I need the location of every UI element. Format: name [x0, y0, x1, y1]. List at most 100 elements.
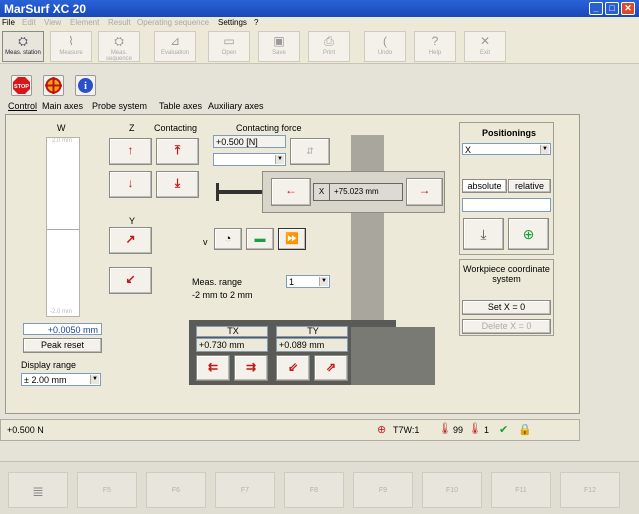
fkey-f7[interactable]: F7 [215, 472, 275, 508]
status-count: 1 [484, 425, 490, 435]
menu-file[interactable]: File [2, 17, 15, 28]
meas-sequence-button[interactable]: ⛭ Meas. sequence [98, 31, 140, 62]
positioning-axis-select[interactable]: X ▼ [462, 143, 551, 155]
print-button[interactable]: ⎙ Print [308, 31, 350, 62]
fkey-f11[interactable]: F11 [491, 472, 551, 508]
position-input[interactable] [462, 198, 551, 212]
home-icon: ⊕ [522, 226, 535, 242]
tab-probe-system[interactable]: Probe system [92, 101, 147, 111]
menu-view[interactable]: View [44, 17, 61, 28]
fkey-f6[interactable]: F6 [146, 472, 206, 508]
fkey-f12[interactable]: F12 [560, 472, 620, 508]
z-down-button[interactable]: ↓ [109, 171, 152, 198]
x-axis-label: X [314, 184, 330, 200]
contact-down-button[interactable]: ⤓ [156, 171, 199, 198]
arrow-up-right-icon: ↗ [125, 232, 136, 246]
undo-button[interactable]: (Undo [364, 31, 406, 62]
force-apply-button[interactable]: ⇵ [290, 138, 330, 165]
fast-speed-icon: ⏩ [285, 233, 299, 245]
tilt-forward-icon: ⇗ [325, 360, 337, 374]
undo-icon: ( [383, 34, 387, 48]
arrow-right-icon: → [418, 183, 431, 197]
menu-help[interactable]: ? [254, 17, 258, 28]
z-up-button[interactable]: ↑ [109, 138, 152, 165]
move-to-position-button[interactable]: ⤓ [463, 218, 504, 250]
medium-speed-icon: ▬ [254, 233, 266, 245]
menu-settings[interactable]: Settings [218, 17, 247, 28]
absolute-button[interactable]: absolute [462, 179, 507, 193]
help-button[interactable]: ? Help [414, 31, 456, 62]
tx-label: TX [196, 326, 268, 337]
meas-range-label: Meas. range [192, 277, 243, 287]
peak-reset-button[interactable]: Peak reset [23, 338, 102, 353]
display-range-select[interactable]: ± 2.00 mm ▼ [21, 373, 101, 386]
workpiece-group: Workpiece coordinate system Set X = 0 De… [459, 259, 554, 336]
tab-control[interactable]: Control [8, 101, 37, 111]
minimize-button[interactable]: _ [589, 2, 603, 15]
set-x-zero-button[interactable]: Set X = 0 [462, 300, 551, 315]
status-bar: +0.500 N ⊕ T7W:1 🌡 99 🌡 1 ✔ 🔒 [0, 419, 580, 441]
arrow-down-icon: ↓ [127, 176, 134, 190]
exit-button[interactable]: ✕ Exit [464, 31, 506, 62]
move-down-icon: ⤓ [480, 226, 487, 242]
arrow-up-icon: ↑ [127, 143, 134, 157]
fkey-f8[interactable]: F8 [284, 472, 344, 508]
menu-operating-sequence[interactable]: Operating sequence [137, 17, 209, 28]
ty-back-button[interactable]: ⇙ [276, 355, 310, 381]
x-right-button[interactable]: → [406, 178, 443, 206]
measure-button[interactable]: ⌇ Measure [50, 31, 92, 62]
tilt-left-icon: ⇇ [207, 360, 219, 374]
tab-auxiliary-axes[interactable]: Auxiliary axes [208, 101, 264, 111]
relative-button[interactable]: relative [508, 179, 551, 193]
y-label: Y [129, 216, 136, 226]
evaluation-button[interactable]: ⊿ Evaluation [154, 31, 196, 62]
x-left-button[interactable]: ← [271, 178, 311, 206]
probe-target-button[interactable] [43, 75, 64, 96]
stop-button[interactable]: STOP [11, 75, 32, 96]
save-button[interactable]: ▣ Save [258, 31, 300, 62]
tab-table-axes[interactable]: Table axes [159, 101, 202, 111]
tx-right-button[interactable]: ⇉ [234, 355, 268, 381]
contact-up-button[interactable]: ⤒ [156, 138, 199, 165]
maximize-button[interactable]: □ [605, 2, 619, 15]
menu-element[interactable]: Element [70, 17, 99, 28]
app-title: MarSurf XC 20 [4, 2, 87, 16]
force-select[interactable]: ▼ [213, 153, 286, 166]
fkey-menu[interactable]: ≣ [8, 472, 68, 508]
meas-range-select[interactable]: 1 ▼ [286, 275, 330, 288]
meas-station-button[interactable]: ⛭ Meas. station [2, 31, 44, 62]
tx-left-button[interactable]: ⇇ [196, 355, 230, 381]
fkey-f9[interactable]: F9 [353, 472, 413, 508]
w-scale-bottom: -2.0 mm [50, 309, 73, 315]
contact-down-icon: ⤓ [174, 176, 181, 190]
delete-x-zero-button[interactable]: Delete X = 0 [462, 319, 551, 334]
info-button[interactable]: i [75, 75, 96, 96]
contact-up-icon: ⤒ [174, 143, 181, 157]
display-range-label: Display range [21, 360, 77, 370]
ty-forward-button[interactable]: ⇗ [314, 355, 348, 381]
tab-main-axes[interactable]: Main axes [42, 101, 83, 111]
y-forward-button[interactable]: ↗ [109, 227, 152, 254]
save-icon: ▣ [273, 34, 285, 48]
close-button[interactable]: ✕ [621, 2, 635, 15]
w-label: W [57, 123, 66, 133]
y-back-button[interactable]: ↙ [109, 267, 152, 294]
menu-edit[interactable]: Edit [22, 17, 36, 28]
toolbar: ⛭ Meas. station ⌇ Measure ⛭ Meas. sequence … [0, 28, 639, 64]
evaluation-icon: ⊿ [169, 34, 181, 48]
print-icon: ⎙ [324, 34, 334, 48]
info-icon: i [78, 78, 93, 93]
open-button[interactable]: ▭ Open [208, 31, 250, 62]
fkey-f10[interactable]: F10 [422, 472, 482, 508]
fkey-f5[interactable]: F5 [77, 472, 137, 508]
chevron-down-icon: ▼ [319, 277, 328, 286]
z-label: Z [129, 123, 135, 133]
speed-medium-button[interactable]: ▬ [246, 228, 274, 250]
status-probe: T7W:1 [393, 425, 420, 435]
speed-slow-button[interactable]: ◔ [214, 228, 242, 250]
machine-column [351, 135, 384, 327]
home-position-button[interactable]: ⊕ [508, 218, 549, 250]
menu-result[interactable]: Result [108, 17, 131, 28]
speed-fast-button[interactable]: ⏩ [278, 228, 306, 250]
thermometer-icon: 🌡 [438, 423, 452, 435]
